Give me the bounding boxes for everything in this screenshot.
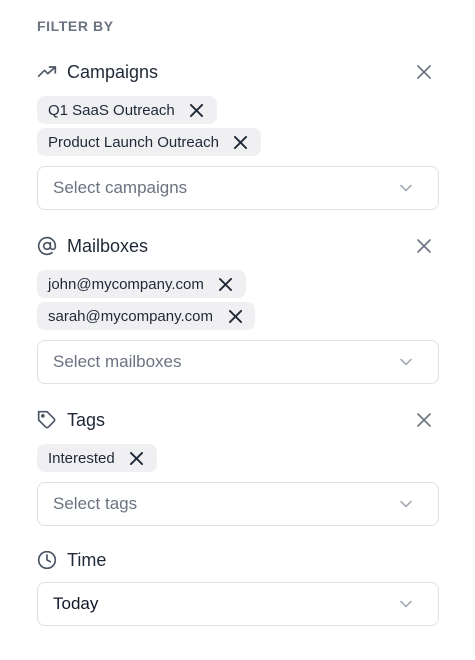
tags-title: Tags: [67, 409, 106, 430]
campaigns-select[interactable]: Select campaigns: [37, 166, 439, 210]
at-sign-icon: [37, 236, 57, 256]
chevron-down-icon: [399, 597, 413, 611]
campaigns-title: Campaigns: [67, 61, 159, 82]
campaigns-header: Campaigns: [37, 58, 439, 86]
mailboxes-select-placeholder: Select mailboxes: [53, 352, 182, 371]
clock-icon: [37, 550, 57, 570]
mailbox-chip: sarah@mycompany.com: [37, 302, 255, 330]
mailboxes-header: Mailboxes: [37, 232, 439, 260]
clear-mailboxes-button[interactable]: [415, 237, 433, 255]
mailboxes-filter-section: Mailboxes john@mycompany.com sarah@mycom…: [37, 232, 439, 384]
campaigns-chips: Q1 SaaS Outreach Product Launch Outreach: [37, 96, 439, 160]
time-title: Time: [67, 549, 107, 570]
close-icon: [190, 103, 204, 117]
remove-chip-button[interactable]: [129, 450, 145, 466]
mailboxes-chips: john@mycompany.com sarah@mycompany.com: [37, 270, 439, 334]
tags-header: Tags: [37, 406, 439, 434]
mailbox-chip: john@mycompany.com: [37, 270, 246, 298]
tag-chip: Interested: [37, 444, 157, 472]
close-icon: [417, 65, 431, 79]
remove-chip-button[interactable]: [233, 134, 249, 150]
campaigns-filter-section: Campaigns Q1 SaaS Outreach Product Launc…: [37, 58, 439, 210]
time-select[interactable]: Today: [37, 582, 439, 626]
tag-icon: [37, 410, 57, 430]
chip-label: Interested: [48, 449, 115, 467]
chevron-down-icon: [399, 355, 413, 369]
chip-label: sarah@mycompany.com: [48, 307, 213, 325]
campaigns-select-placeholder: Select campaigns: [53, 178, 188, 197]
filter-heading: FILTER BY: [37, 18, 114, 34]
clear-tags-button[interactable]: [415, 411, 433, 429]
close-icon: [417, 239, 431, 253]
chip-label: Q1 SaaS Outreach: [48, 101, 175, 119]
campaign-chip: Product Launch Outreach: [37, 128, 261, 156]
chip-label: john@mycompany.com: [48, 275, 204, 293]
close-icon: [130, 451, 144, 465]
remove-chip-button[interactable]: [189, 102, 205, 118]
time-header: Time: [37, 546, 439, 574]
mailboxes-select[interactable]: Select mailboxes: [37, 340, 439, 384]
campaign-chip: Q1 SaaS Outreach: [37, 96, 217, 124]
close-icon: [228, 309, 242, 323]
tags-select[interactable]: Select tags: [37, 482, 439, 526]
close-icon: [234, 135, 248, 149]
clear-campaigns-button[interactable]: [415, 63, 433, 81]
tags-chips: Interested: [37, 444, 439, 476]
close-icon: [417, 413, 431, 427]
remove-chip-button[interactable]: [227, 308, 243, 324]
close-icon: [219, 277, 233, 291]
tags-select-placeholder: Select tags: [53, 494, 138, 513]
chevron-down-icon: [399, 181, 413, 195]
trending-up-icon: [37, 62, 57, 82]
chip-label: Product Launch Outreach: [48, 133, 219, 151]
tags-filter-section: Tags Interested Select tags: [37, 406, 439, 526]
remove-chip-button[interactable]: [218, 276, 234, 292]
time-select-value: Today: [53, 594, 99, 613]
chevron-down-icon: [399, 497, 413, 511]
mailboxes-title: Mailboxes: [67, 235, 149, 256]
time-filter-section: Time Today: [37, 546, 439, 626]
